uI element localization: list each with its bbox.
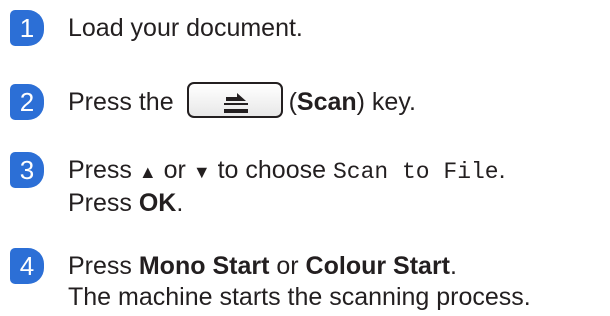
word-press: Press: [68, 189, 132, 217]
period: .: [450, 252, 457, 280]
step-text: Load your document.: [68, 13, 303, 44]
step-2-pre: Press the: [68, 88, 174, 116]
word-press: Press: [68, 252, 132, 280]
step-2-post: ) key.: [356, 88, 416, 116]
to-choose: to choose: [217, 156, 327, 184]
step-number-badge: 2: [10, 84, 44, 120]
step-number-badge: 3: [10, 152, 44, 188]
step-3-line-2: Press OK.: [68, 188, 506, 219]
scan-key-icon: [223, 93, 248, 114]
step-4-line-2: The machine starts the scanning process.: [68, 283, 531, 311]
step-3-line-1: Press ▲ or ▼ to choose Scan to File.: [68, 155, 506, 188]
word-or: or: [276, 252, 299, 280]
step-number-badge: 1: [10, 10, 44, 46]
ok-label: OK: [138, 189, 177, 217]
step-text: Press ▲ or ▼ to choose Scan to File. Pre…: [68, 155, 506, 219]
word-or: or: [163, 156, 186, 184]
paren-open: (: [288, 88, 297, 116]
word-press: Press: [68, 156, 132, 184]
period: .: [498, 156, 506, 184]
step-4-line-1: Press Mono Start or Colour Start.: [68, 251, 531, 282]
colour-start-label: Colour Start: [305, 252, 450, 280]
step-1-text: Load your document.: [68, 14, 303, 42]
up-arrow-icon: ▲: [138, 162, 157, 182]
step-text: Press the (Scan) key.: [68, 82, 416, 119]
period: .: [176, 189, 184, 217]
menu-option: Scan to File: [332, 159, 499, 185]
step-number-badge: 4: [10, 248, 44, 284]
scan-key-button: [186, 82, 283, 119]
mono-start-label: Mono Start: [138, 252, 270, 280]
step-text: Press Mono Start or Colour Start. The ma…: [68, 251, 531, 313]
down-arrow-icon: ▼: [192, 162, 211, 182]
scan-label: Scan: [296, 88, 357, 116]
